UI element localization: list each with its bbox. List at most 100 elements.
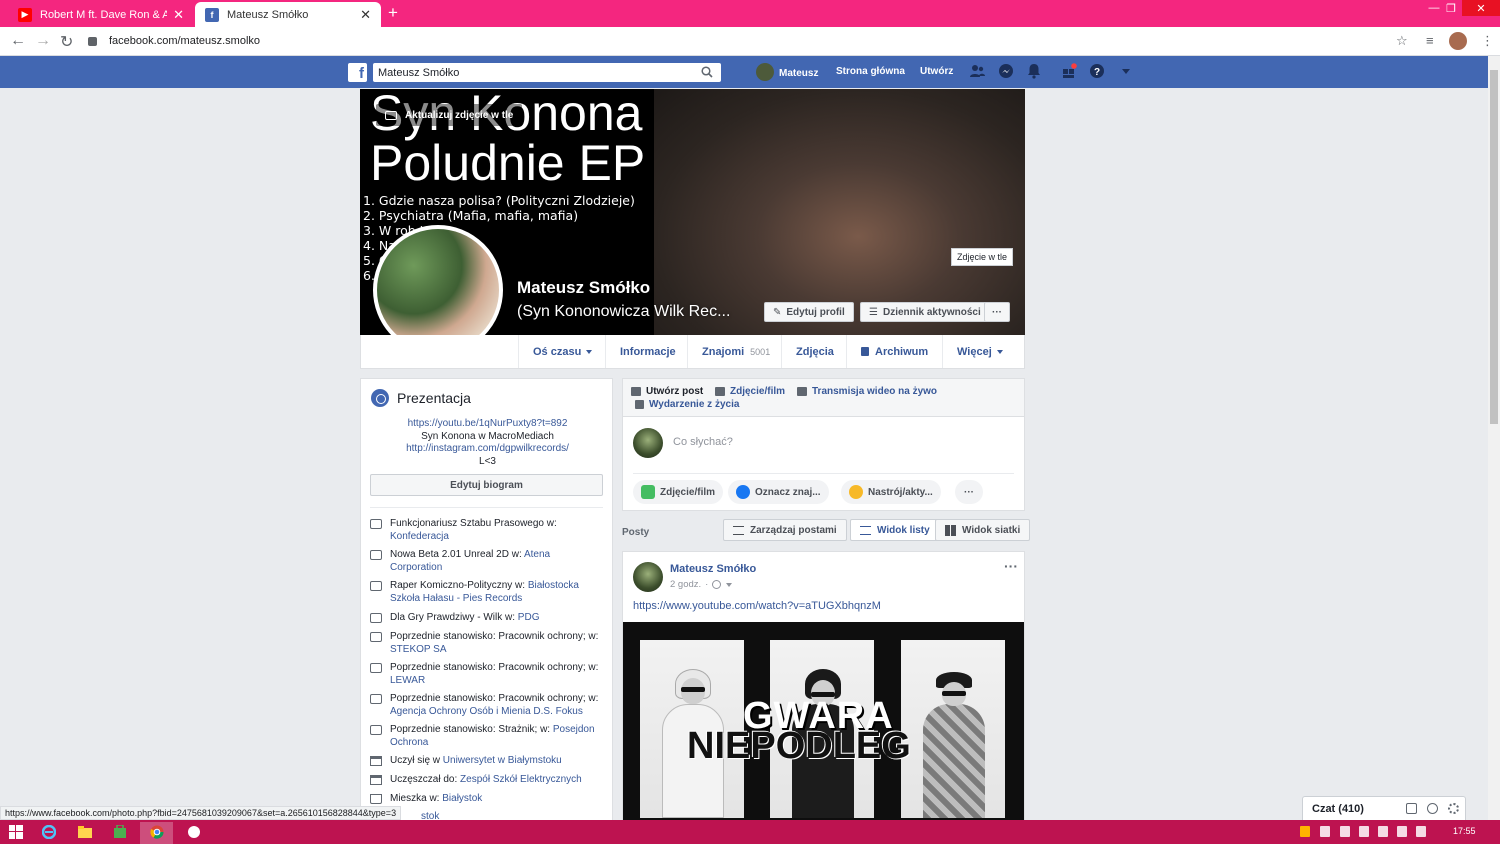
help-icon[interactable]: ? [1089,63,1105,79]
create-post-tab[interactable]: Utwórz post [631,386,703,397]
info-link[interactable]: Uniwersytet w Białymstoku [443,755,562,766]
avatar [756,63,774,81]
info-text: Uczył się w [390,755,443,766]
post-link-preview-image[interactable]: GWARA NIEPODLEG [623,622,1024,820]
close-icon[interactable]: ✕ [173,7,184,23]
tab-more[interactable]: Więcej [942,335,1017,368]
info-text: Dla Gry Prawdziwy - Wilk w: [390,612,518,623]
speaker-icon[interactable] [1416,826,1426,837]
media-controls-icon[interactable]: ≡ [1426,33,1434,48]
friend-requests-icon[interactable] [969,63,985,79]
nav-profile-link[interactable]: Mateusz [756,63,818,81]
gear-icon[interactable] [1448,803,1459,814]
taskbar-clock[interactable]: 17:55 [1453,826,1476,836]
app-circle-icon[interactable] [187,825,201,839]
tab-label: Znajomi [702,345,745,358]
facebook-icon: f [205,7,219,22]
grid-view-button[interactable]: Widok siatki [935,519,1031,541]
composer-input[interactable]: Co słychać? [673,436,733,448]
life-event-tab[interactable]: Wydarzenie z życia [635,399,739,410]
search-icon[interactable] [701,66,713,78]
nav-home-link[interactable]: Strona główna [836,66,905,77]
privacy-globe-icon[interactable] [712,580,722,589]
star-icon[interactable]: ☆ [1396,33,1408,49]
camera-icon [385,110,397,120]
profile-avatar-icon[interactable] [1449,32,1467,50]
group-icon[interactable] [1427,803,1438,814]
address-bar[interactable]: facebook.com/mateusz.smolko [88,30,1418,52]
work-icon [370,613,382,623]
tray-tools-icon[interactable] [1320,826,1330,837]
search-input[interactable]: Mateusz Smółko [373,63,721,82]
feeling-activity-chip[interactable]: Nastrój/akty... [841,480,941,504]
list-view-button[interactable]: Widok listy [850,519,940,541]
new-tab-button[interactable]: + [388,3,398,23]
bio-link-youtube[interactable]: https://youtu.be/1qNurPuxty8?t=892 [361,418,614,429]
track-line: 2. Psychiatra (Mafia, mafia, mafia) [363,208,579,223]
facebook-logo-icon[interactable]: f [348,63,367,82]
bio-link-instagram[interactable]: http://instagram.com/dgpwilkrecords/ [361,443,614,454]
intro-card: Prezentacja https://youtu.be/1qNurPuxty8… [360,378,614,822]
photo-video-tab[interactable]: Zdjęcie/film [715,386,785,397]
info-link[interactable]: LEWAR [390,675,425,686]
activity-log-button[interactable]: ☰ Dziennik aktywności [860,302,990,322]
quick-help-icon[interactable] [1061,63,1077,79]
windows-start-icon[interactable] [9,825,23,839]
post-timestamp[interactable]: 2 godz. [670,579,701,590]
info-link[interactable]: PDG [518,612,540,623]
file-explorer-icon[interactable] [78,825,92,839]
tab-friends[interactable]: Znajomi 5001 [687,335,784,368]
notifications-icon[interactable] [1026,63,1042,79]
compose-icon[interactable] [1406,803,1417,814]
profile-name[interactable]: Mateusz Smółko [517,278,650,298]
menu-kebab-icon[interactable]: ⋮ [1481,33,1494,49]
chat-bar[interactable]: Czat (410) [1302,796,1466,820]
internet-explorer-icon[interactable] [42,825,56,839]
browser-tab-youtube[interactable]: ▶ Robert M ft. Dave Ron & Ar... ✕ [8,2,194,27]
store-icon[interactable] [113,825,127,839]
tab-photos[interactable]: Zdjęcia [781,335,848,368]
tab-about[interactable]: Informacje [605,335,690,368]
post-author[interactable]: Mateusz Smółko [670,563,756,575]
messenger-icon[interactable] [998,63,1014,79]
forward-arrow-icon[interactable]: → [35,32,51,50]
browser-tab-facebook[interactable]: f Mateusz Smółko ✕ [195,2,381,27]
reload-icon[interactable]: ↻ [60,32,73,52]
work-icon [370,550,382,560]
info-link[interactable]: Agencja Ochrony Osób i Mienia D.S. Fokus [390,706,583,717]
info-link[interactable]: STEKOP SA [390,644,447,655]
manage-posts-button[interactable]: Zarządzaj postami [723,519,847,541]
post-options-button[interactable]: ··· [1004,558,1018,574]
close-icon[interactable]: ✕ [360,7,371,23]
info-link[interactable]: Białystok [442,793,482,804]
info-link[interactable]: Zespół Szkół Elektrycznych [460,774,582,785]
tray-wifi-icon[interactable] [1397,826,1407,837]
photo-video-chip[interactable]: Zdjęcie/film [633,480,724,504]
back-arrow-icon[interactable]: ← [10,32,26,50]
post-meta: 2 godz. · [670,579,733,590]
tray-app-icon[interactable] [1300,826,1310,837]
avatar[interactable] [633,562,663,592]
tray-flag-icon[interactable] [1378,826,1388,837]
live-video-tab[interactable]: Transmisja wideo na żywo [797,386,937,397]
scrollbar-thumb[interactable] [1490,70,1498,424]
tray-security-icon[interactable] [1359,826,1369,837]
tag-friends-chip[interactable]: Oznacz znaj... [728,480,829,504]
tab-timeline[interactable]: Oś czasu [518,335,606,368]
post-youtube-link[interactable]: https://www.youtube.com/watch?v=aTUGXbhq… [633,600,881,612]
edit-profile-button[interactable]: ✎ Edytuj profil [764,302,854,322]
friends-count: 5001 [750,346,771,357]
account-menu-caret-icon[interactable] [1118,63,1134,79]
work-icon [370,581,382,591]
tray-network-icon[interactable] [1340,826,1350,837]
info-link[interactable]: Konfederacja [390,531,449,542]
tab-archive[interactable]: Archiwum [846,335,942,368]
close-window-button[interactable]: ✕ [1462,0,1500,16]
edit-bio-button[interactable]: Edytuj biogram [370,474,603,496]
nav-create-link[interactable]: Utwórz [920,66,953,77]
avatar [633,428,663,458]
update-cover-button[interactable]: Aktualizuj zdjęcie w tle [376,104,523,126]
chrome-icon[interactable] [150,825,164,839]
cover-more-button[interactable]: ··· [984,302,1010,322]
composer-more-chip[interactable]: ··· [955,480,983,504]
